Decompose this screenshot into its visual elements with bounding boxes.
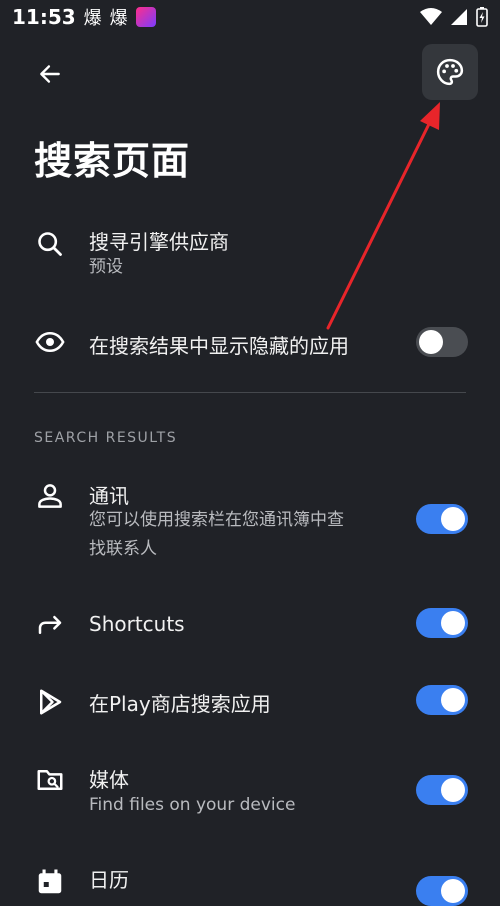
result-item-contacts[interactable]: 通讯 您可以使用搜索栏在您通讯簿中查 找联系人 (0, 476, 500, 572)
result-subtitle-line: 您可以使用搜索栏在您通讯簿中查 (89, 510, 344, 530)
cellular-signal-icon (451, 9, 467, 25)
wifi-icon (420, 8, 442, 25)
app-notification-icon (135, 7, 156, 27)
toggle-knob (441, 507, 465, 531)
play-store-toggle[interactable] (416, 685, 468, 715)
result-subtitle-line: 找联系人 (89, 539, 157, 559)
status-time: 11:53 (12, 5, 76, 29)
show-hidden-apps-toggle[interactable] (416, 327, 468, 357)
toggle-knob (441, 879, 465, 903)
search-engine-value: 预设 (89, 257, 123, 277)
search-icon (32, 226, 68, 262)
result-subtitle: 您可以使用搜索栏在您通讯簿中查 找联系人 (89, 506, 389, 564)
result-title: Shortcuts (89, 612, 185, 636)
status-bar-left: 11:53 爆 爆 (12, 4, 156, 30)
eye-icon (32, 324, 68, 360)
folder-search-icon (32, 762, 68, 798)
theme-palette-button[interactable] (422, 44, 478, 100)
toggle-knob (441, 778, 465, 802)
media-toggle[interactable] (416, 775, 468, 805)
search-engine-setting[interactable]: 搜寻引擎供应商 预设 (0, 222, 500, 286)
contacts-toggle[interactable] (416, 504, 468, 534)
calendar-toggle[interactable] (416, 876, 468, 906)
toggle-knob (441, 688, 465, 712)
section-header: SEARCH RESULTS (34, 430, 178, 446)
back-arrow-icon (40, 65, 60, 83)
page-title: 搜索页面 (34, 139, 191, 183)
result-title: 通讯 (89, 484, 129, 508)
toggle-knob (419, 330, 443, 354)
result-item-play-store[interactable]: 在Play商店搜索应用 (0, 680, 500, 724)
result-title: 媒体 (89, 768, 129, 792)
result-title: 在Play商店搜索应用 (89, 692, 271, 716)
play-store-icon (32, 684, 68, 720)
shortcuts-toggle[interactable] (416, 608, 468, 638)
forward-arrow-icon (32, 606, 68, 642)
result-item-media[interactable]: 媒体 Find files on your device (0, 760, 500, 824)
palette-icon (436, 58, 464, 86)
section-divider (34, 392, 466, 393)
status-notification-glyph: 爆 (109, 8, 128, 29)
person-icon (32, 478, 68, 514)
back-button[interactable] (28, 52, 72, 96)
show-hidden-apps-setting[interactable]: 在搜索结果中显示隐藏的应用 (0, 318, 500, 368)
status-bar: 11:53 爆 爆 (0, 0, 500, 34)
status-notification-glyph: 爆 (83, 8, 102, 29)
status-bar-right (420, 7, 488, 27)
calendar-icon (32, 864, 68, 900)
result-subtitle: Find files on your device (89, 795, 296, 815)
battery-charging-icon (476, 7, 488, 27)
result-item-shortcuts[interactable]: Shortcuts (0, 602, 500, 646)
search-engine-title: 搜寻引擎供应商 (89, 230, 229, 254)
result-item-calendar[interactable]: 日历 (0, 860, 500, 906)
show-hidden-apps-title: 在搜索结果中显示隐藏的应用 (89, 334, 349, 358)
toggle-knob (441, 611, 465, 635)
